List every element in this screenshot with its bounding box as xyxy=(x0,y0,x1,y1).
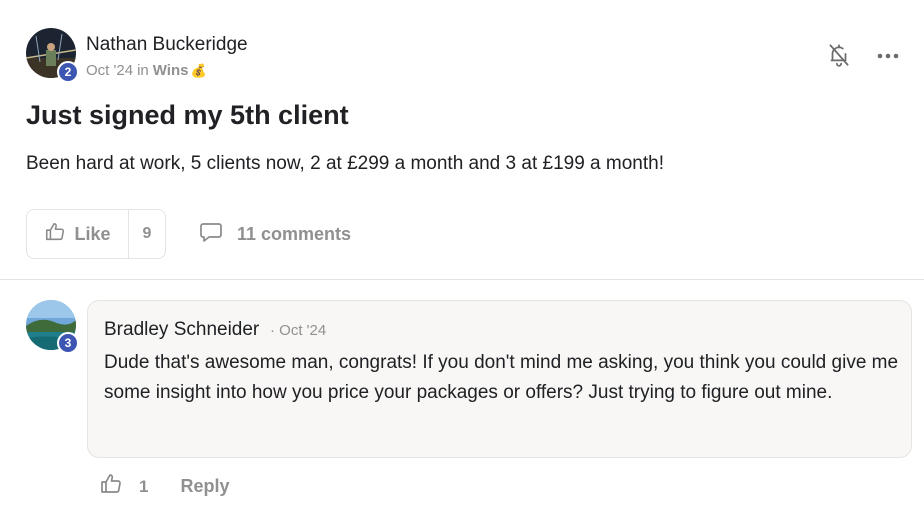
divider xyxy=(0,279,924,280)
comment-thumbs-up-icon[interactable] xyxy=(99,472,123,501)
post-author-level-badge: 2 xyxy=(57,61,79,83)
post-card: 2 Nathan Buckeridge Oct '24 in Wins 💰 Ju… xyxy=(0,0,924,280)
thumbs-up-icon xyxy=(44,221,66,248)
post-meta: Oct '24 in Wins 💰 xyxy=(86,62,207,79)
comments-link[interactable]: 11 comments xyxy=(199,221,351,248)
comment-bubble: Bradley Schneider · Oct '24 Dude that's … xyxy=(87,300,912,458)
post-date[interactable]: Oct '24 xyxy=(86,62,133,79)
comment-author-level-badge: 3 xyxy=(57,332,79,354)
post-category[interactable]: Wins xyxy=(153,62,189,79)
bell-off-icon[interactable] xyxy=(826,42,852,68)
post-in-word: in xyxy=(137,62,149,79)
category-emoji: 💰 xyxy=(190,62,207,78)
comment-like-count[interactable]: 1 xyxy=(139,477,148,497)
comment-icon xyxy=(199,221,223,248)
like-count[interactable]: 9 xyxy=(129,210,165,258)
like-label: Like xyxy=(74,223,111,244)
post-title[interactable]: Just signed my 5th client xyxy=(26,100,349,131)
reply-button[interactable]: Reply xyxy=(180,476,229,497)
more-options-icon[interactable] xyxy=(874,44,902,68)
post-author-name[interactable]: Nathan Buckeridge xyxy=(86,34,248,56)
like-control: Like 9 xyxy=(26,209,166,259)
comment-body: Dude that's awesome man, congrats! If yo… xyxy=(104,352,899,403)
post-body: Been hard at work, 5 clients now, 2 at £… xyxy=(26,153,664,174)
comments-count-label: 11 comments xyxy=(237,224,352,244)
comment-author-name[interactable]: Bradley Schneider xyxy=(104,319,259,341)
like-button[interactable]: Like xyxy=(27,210,129,258)
comment-date[interactable]: · Oct '24 xyxy=(270,322,326,339)
comment-actions: 1 Reply xyxy=(99,472,230,501)
